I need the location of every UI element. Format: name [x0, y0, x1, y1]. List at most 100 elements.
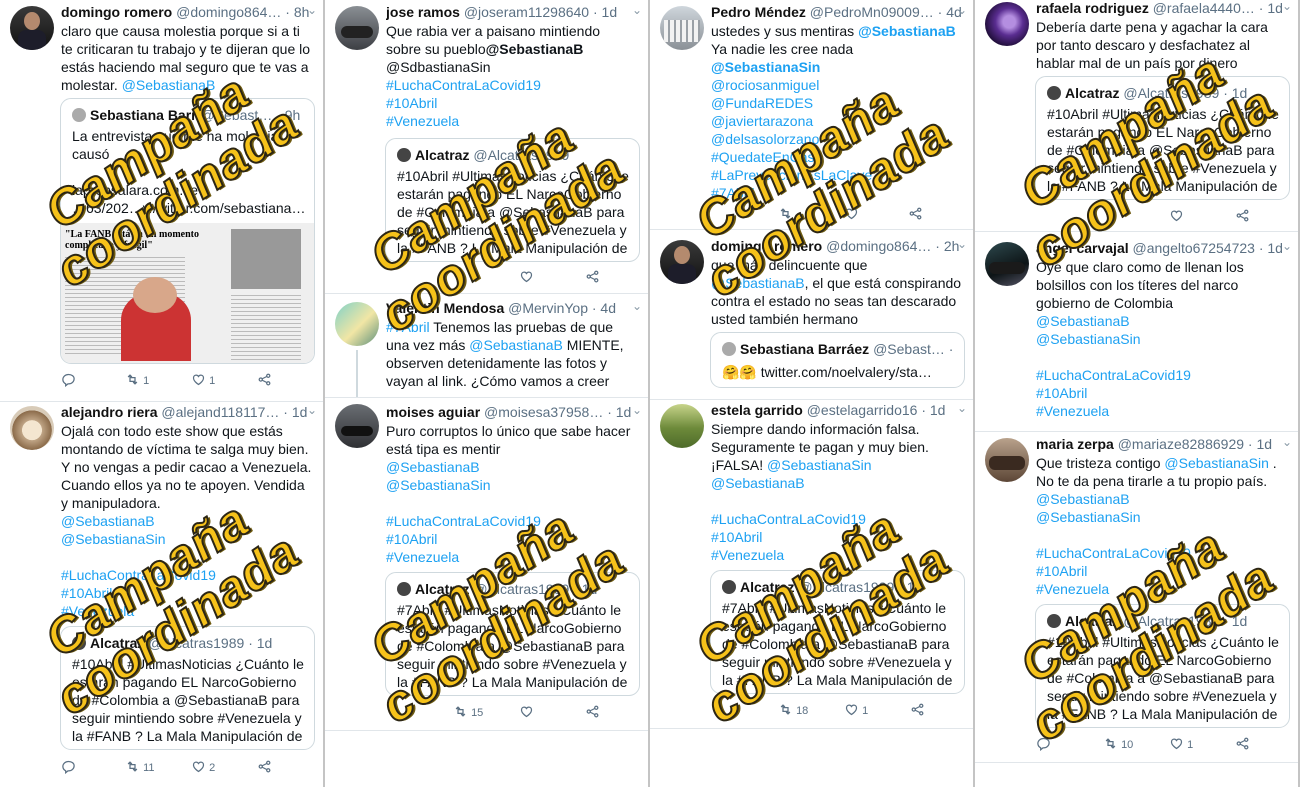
tweet[interactable]: Valentin Mendosa @MervinYop · 4d ⌄ #7Abr…: [325, 294, 648, 398]
author-name[interactable]: domingo romero: [61, 4, 172, 20]
author-name[interactable]: jose ramos: [386, 4, 460, 20]
mention-link[interactable]: @SebastianaB: [486, 41, 584, 57]
author-name[interactable]: Valentin Mendosa: [386, 300, 504, 316]
hashtag-link[interactable]: #Venezuela: [711, 546, 963, 564]
mention-link[interactable]: @SebastianaB: [122, 77, 216, 93]
mention-link[interactable]: @SebastianaB: [1036, 312, 1288, 330]
mention-link[interactable]: @delsasolorzano: [711, 130, 963, 148]
mention-link[interactable]: @SebastianaSin: [767, 457, 872, 473]
hashtag-link[interactable]: #10Abril: [386, 530, 638, 548]
author-name[interactable]: angel carvajal: [1036, 240, 1129, 256]
more-options-icon[interactable]: ⌄: [957, 4, 967, 22]
quoted-link[interactable]: laprensalara.com.ve: [72, 181, 308, 199]
mention-link[interactable]: @SebastianaB: [1036, 490, 1288, 508]
like-button[interactable]: 1: [844, 702, 868, 720]
tweet[interactable]: domingo romero @domingo864… · 8h ⌄ claro…: [0, 0, 323, 402]
mention-link[interactable]: @FundaREDES: [711, 94, 963, 112]
mention-link[interactable]: @rociosanmiguel: [711, 76, 963, 94]
tweet[interactable]: estela garrido @estelagarrido16 · 1d ⌄ S…: [650, 400, 973, 787]
hashtag-link[interactable]: #LuchaContraLaCovid19: [386, 512, 638, 530]
like-button[interactable]: 1: [191, 372, 215, 390]
hashtag-link[interactable]: #LuchaContraLaCovid19: [1036, 366, 1288, 384]
retweet-button[interactable]: 1: [125, 372, 149, 390]
hashtag-link[interactable]: #10Abril: [386, 94, 638, 112]
tweet[interactable]: moises aguiar @moisesa37958… · 1d ⌄ Puro…: [325, 398, 648, 787]
quoted-tweet[interactable]: Sebastiana Barr @Sebast… · 9h La entrevi…: [60, 98, 315, 364]
avatar[interactable]: [10, 6, 54, 50]
mention-link[interactable]: @SebastianaB: [858, 23, 956, 39]
hashtag-link[interactable]: #7Abril: [386, 319, 430, 335]
tweet[interactable]: alejandro riera @alejand118117… · 1d ⌄ O…: [0, 402, 323, 787]
avatar[interactable]: [335, 302, 379, 346]
mention-link[interactable]: @SebastianaSin: [711, 58, 963, 76]
quoted-tweet[interactable]: Alcatraz @Alcatras1989 · 1d #10Abril #Ul…: [1035, 76, 1290, 200]
author-name[interactable]: moises aguiar: [386, 404, 480, 420]
hashtag-link[interactable]: #10Abril: [1036, 562, 1288, 580]
avatar[interactable]: [660, 6, 704, 50]
share-icon[interactable]: [910, 702, 925, 720]
retweet-button[interactable]: 11: [125, 759, 154, 777]
author-name[interactable]: Pedro Méndez: [711, 4, 806, 20]
more-options-icon[interactable]: ⌄: [632, 300, 642, 318]
author-name[interactable]: rafaela rodriguez: [1036, 0, 1149, 16]
more-options-icon[interactable]: ⌄: [307, 404, 317, 422]
more-options-icon[interactable]: ⌄: [632, 404, 642, 422]
share-icon[interactable]: [257, 372, 272, 390]
share-icon[interactable]: [585, 269, 600, 287]
more-options-icon[interactable]: ⌄: [1282, 240, 1292, 258]
hashtag-link[interactable]: #LuchaContraLaCovid19: [711, 510, 963, 528]
author-name[interactable]: alejandro riera: [61, 404, 158, 420]
hashtag-link[interactable]: #Venezuela: [1036, 580, 1288, 598]
more-options-icon[interactable]: ⌄: [1282, 436, 1292, 454]
share-icon[interactable]: [908, 206, 923, 224]
hashtag-link[interactable]: #10Abril: [711, 528, 963, 546]
hashtag-link[interactable]: #Venezuela: [386, 548, 638, 566]
author-name[interactable]: domingo romero: [711, 238, 822, 254]
more-options-icon[interactable]: ⌄: [307, 4, 317, 22]
hashtag-link[interactable]: #Venezuela: [61, 602, 313, 620]
more-options-icon[interactable]: ⌄: [957, 238, 967, 256]
quoted-tweet[interactable]: Alcatraz @Alcatras1989 · 1d #10Abril #Ul…: [1035, 604, 1290, 728]
author-name[interactable]: maria zerpa: [1036, 436, 1114, 452]
retweet-button[interactable]: 10: [1103, 736, 1133, 754]
retweet-icon[interactable]: [778, 206, 793, 224]
share-icon[interactable]: [585, 704, 600, 722]
avatar[interactable]: [335, 6, 379, 50]
quoted-tweet[interactable]: Sebastiana Barráez @Sebast… · 5h 🤗🤗 twit…: [710, 332, 965, 388]
like-button[interactable]: [519, 269, 534, 287]
news-clipping-image[interactable]: "La FANB está en un momento complicado y…: [61, 223, 314, 363]
mention-link[interactable]: @SebastianaB: [469, 337, 563, 353]
like-button[interactable]: 2: [191, 759, 215, 777]
hashtag-link[interactable]: #7Abril: [711, 184, 963, 202]
avatar[interactable]: [985, 438, 1029, 482]
hashtag-link[interactable]: #LaPrevencionEsLaClave: [711, 166, 963, 184]
author-name[interactable]: estela garrido: [711, 402, 803, 418]
mention-link[interactable]: @SebastianaSin: [1036, 508, 1288, 526]
hashtag-link[interactable]: #10Abril: [61, 584, 313, 602]
quoted-tweet[interactable]: Alcatraz @Alcatras1989 · 1d #10Abril #Ul…: [60, 626, 315, 750]
share-icon[interactable]: [1235, 736, 1250, 754]
more-options-icon[interactable]: ⌄: [632, 4, 642, 22]
tweet[interactable]: Pedro Méndez @PedroMn09009… · 4d ⌄ usted…: [650, 0, 973, 230]
quoted-tweet[interactable]: Alcatraz @Alcatras1989 · 1d #7Abril #Ult…: [385, 572, 640, 696]
avatar[interactable]: [660, 404, 704, 448]
hashtag-link[interactable]: #10Abril: [1036, 384, 1288, 402]
tweet[interactable]: domingo romero @domingo864… · 2h ⌄ que m…: [650, 230, 973, 400]
hashtag-link[interactable]: #LuchaContraLaCovid19: [386, 76, 638, 94]
avatar[interactable]: [985, 242, 1029, 286]
like-icon[interactable]: [1169, 208, 1184, 226]
like-icon[interactable]: [844, 206, 859, 224]
hashtag-link[interactable]: #LuchaContraLaCovid19: [61, 566, 313, 584]
mention-link[interactable]: @SebastianaSin: [61, 530, 313, 548]
avatar[interactable]: [660, 240, 704, 284]
retweet-button[interactable]: 15: [453, 704, 483, 722]
retweet-icon[interactable]: [1103, 208, 1118, 226]
share-icon[interactable]: [257, 759, 272, 777]
quoted-tweet[interactable]: Alcatraz @Alcatras1989 · 1d #7Abril #Ult…: [710, 570, 965, 694]
mention-link[interactable]: @SebastianaSin: [386, 476, 638, 494]
reply-icon[interactable]: [1036, 736, 1051, 754]
hashtag-link[interactable]: #Venezuela: [1036, 402, 1288, 420]
mention-link[interactable]: @SebastianaB: [711, 474, 963, 492]
retweet-button[interactable]: 6: [453, 269, 477, 287]
mention-link[interactable]: @SdbastianaSin: [386, 58, 638, 76]
